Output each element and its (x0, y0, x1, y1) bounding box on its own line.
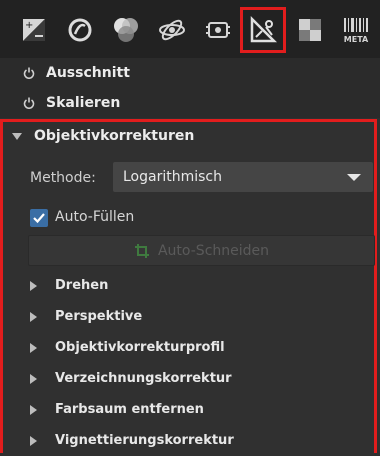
transform-tool-icon[interactable] (240, 7, 286, 53)
subsection-rotate[interactable]: Drehen (3, 270, 374, 301)
expand-arrow-icon[interactable] (30, 342, 40, 353)
subsection-defringe[interactable]: Farbsaum entfernen (3, 394, 374, 425)
method-select[interactable]: Logarithmisch (113, 162, 373, 192)
detail-tool-icon[interactable] (58, 8, 102, 52)
autofill-checkbox[interactable] (30, 209, 48, 227)
subsection-label: Perspektive (55, 309, 143, 324)
expand-arrow-icon[interactable] (30, 373, 40, 384)
color-tool-icon[interactable] (104, 8, 148, 52)
tool-tabs-bar: + META (0, 0, 380, 58)
subsection-label: Drehen (55, 278, 109, 293)
method-value: Logarithmisch (123, 169, 222, 185)
subsection-label: Objektivkorrekturprofil (55, 340, 225, 355)
crop-icon (134, 243, 149, 258)
power-icon[interactable] (22, 67, 36, 79)
checker-tool-icon[interactable] (288, 8, 332, 52)
power-icon[interactable] (22, 97, 36, 109)
crop-section-title: Ausschnitt (46, 65, 130, 81)
crop-section-header[interactable]: Ausschnitt (0, 58, 380, 88)
expand-arrow-icon[interactable] (30, 280, 40, 291)
subsection-label: Vignettierungskorrektur (55, 433, 234, 448)
expand-arrow-icon[interactable] (30, 404, 40, 415)
autocrop-button[interactable]: Auto-Schneiden (28, 235, 375, 266)
checkmark-icon (33, 213, 45, 224)
subsection-label: Verzeichnungskorrektur (55, 371, 232, 386)
svg-text:+: + (25, 20, 33, 31)
lens-correction-title: Objektivkorrekturen (34, 128, 195, 144)
subsection-distortion[interactable]: Verzeichnungskorrektur (3, 363, 374, 394)
expand-arrow-icon[interactable] (30, 435, 40, 446)
subsection-lens-profile[interactable]: Objektivkorrekturprofil (3, 332, 374, 363)
expand-arrow-icon[interactable] (12, 132, 22, 140)
lens-correction-header[interactable]: Objektivkorrekturen (3, 122, 374, 150)
method-label: Methode: (30, 170, 96, 186)
meta-label: META (344, 35, 369, 44)
expand-arrow-icon[interactable] (30, 311, 40, 322)
resize-section-title: Skalieren (46, 95, 121, 111)
raw-tool-icon[interactable] (196, 8, 240, 52)
dropdown-arrow-icon (347, 174, 361, 181)
resize-section-header[interactable]: Skalieren (0, 88, 380, 118)
advanced-tool-icon[interactable] (150, 8, 194, 52)
metadata-tool-icon[interactable]: META (334, 8, 378, 52)
subsection-perspective[interactable]: Perspektive (3, 301, 374, 332)
subsection-label: Farbsaum entfernen (55, 402, 204, 417)
subsection-vignetting[interactable]: Vignettierungskorrektur (3, 425, 374, 456)
exposure-tool-icon[interactable]: + (12, 8, 56, 52)
lens-correction-panel: Objektivkorrekturen Methode: Logarithmis… (0, 119, 377, 453)
autocrop-label: Auto-Schneiden (157, 242, 270, 259)
autofill-label: Auto-Füllen (55, 209, 135, 225)
